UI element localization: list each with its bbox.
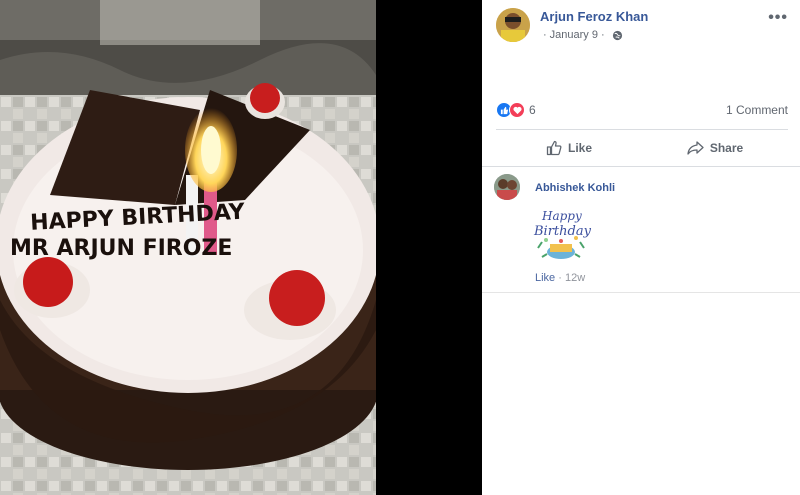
- comment-count[interactable]: 1 Comment: [726, 103, 788, 117]
- sticker-text-happy: Happy: [541, 209, 582, 223]
- share-icon: [687, 140, 704, 155]
- cake-writing-line-2: MR ARJUN FIROZE: [10, 236, 232, 261]
- like-button[interactable]: Like: [496, 131, 642, 164]
- reactions-bar: 6 1 Comment: [496, 100, 788, 120]
- photo-pane: HAPPY BIRTHDAY MR ARJUN FIROZE: [0, 0, 482, 495]
- thumbs-up-icon: [546, 140, 562, 155]
- commenter-avatar[interactable]: [494, 174, 520, 200]
- divider: [496, 129, 788, 130]
- meta-separator: ·: [543, 29, 547, 41]
- post-author-name[interactable]: Arjun Feroz Khan: [540, 9, 648, 24]
- post-sidebar: Arjun Feroz Khan · January 9 · ••• 6 1 C…: [482, 0, 800, 495]
- like-button-label: Like: [567, 140, 592, 155]
- sticker-text-birthday: Birthday: [533, 224, 592, 239]
- happy-birthday-sticker: Happy Birthday: [533, 209, 592, 259]
- love-icon[interactable]: [509, 102, 525, 118]
- comments-section: Abhishek Kohli Happy Birthday Like · 12w: [482, 166, 800, 293]
- commenter-name[interactable]: Abhishek Kohli: [535, 182, 615, 194]
- share-button[interactable]: Share: [642, 131, 788, 164]
- birthday-cake-photo[interactable]: HAPPY BIRTHDAY MR ARJUN FIROZE: [0, 0, 376, 495]
- reaction-count[interactable]: 6: [529, 103, 536, 117]
- post-header: Arjun Feroz Khan · January 9 · •••: [496, 8, 790, 48]
- comment-meta: Like · 12w: [535, 272, 585, 284]
- photo-viewer: HAPPY BIRTHDAY MR ARJUN FIROZE Arjun Fer…: [0, 0, 800, 495]
- share-button-label: Share: [709, 140, 744, 155]
- post-meta: · January 9 ·: [540, 29, 623, 41]
- author-avatar[interactable]: [496, 8, 530, 42]
- post-date[interactable]: January 9: [550, 29, 598, 41]
- divider: [482, 166, 800, 167]
- globe-icon[interactable]: [612, 30, 623, 41]
- meta-separator: ·: [600, 29, 605, 41]
- more-options-button[interactable]: •••: [768, 10, 788, 26]
- comment-age[interactable]: 12w: [565, 272, 585, 284]
- comment-meta-separator: ·: [558, 272, 562, 284]
- comment-like-link[interactable]: Like: [535, 272, 555, 284]
- post-actions: Like Share: [496, 131, 788, 164]
